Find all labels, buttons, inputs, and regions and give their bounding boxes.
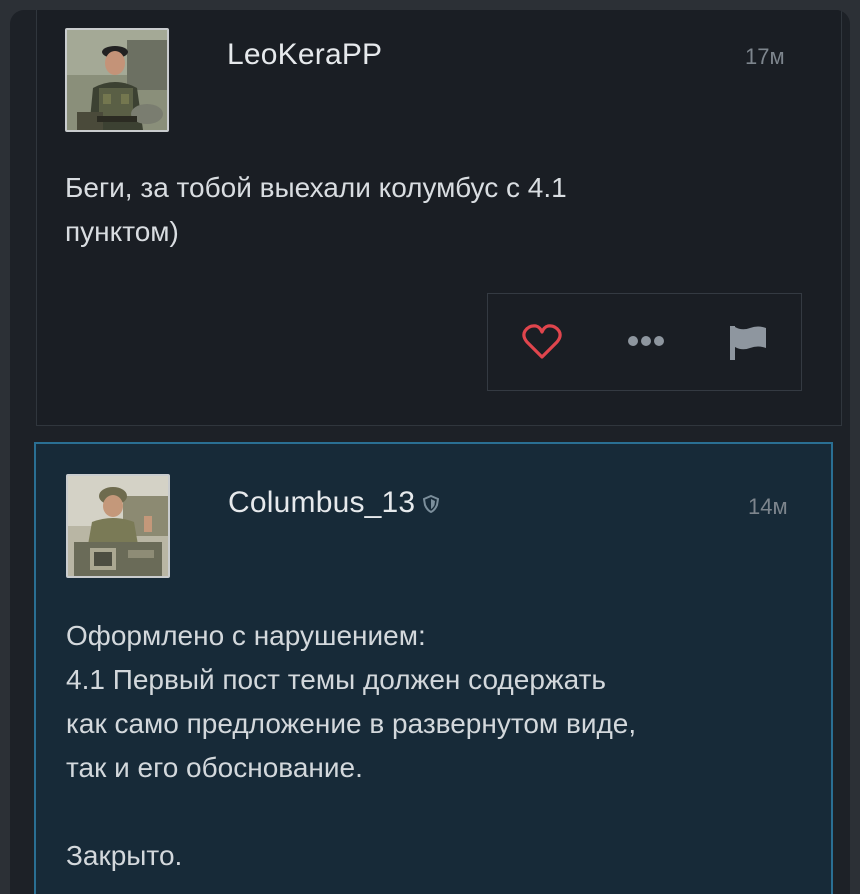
body-line: так и его обоснование. [66,752,363,783]
body-line: Беги, за тобой выехали колумбус с 4.1 [65,172,567,203]
report-button[interactable] [728,324,768,367]
post-actions [487,293,802,391]
body-line: пунктом) [65,216,179,247]
post-columbus13: Columbus_13 14м Оформлено с нарушением: … [34,442,833,894]
like-button[interactable] [522,324,562,365]
heart-icon [522,324,562,359]
shield-icon [423,487,440,521]
post-time: 17м [745,44,785,69]
post-body: Беги, за тобой выехали колумбус с 4.1 пу… [65,166,567,254]
thread-view: LeoKeraPP 17м Беги, за тобой выехали кол… [10,10,850,894]
author-name[interactable]: LeoKeraPP [227,38,382,72]
flag-icon [730,326,766,360]
avatar-image [68,476,168,576]
body-line: 4.1 Первый пост темы должен содержать [66,664,606,695]
body-line: как само предложение в развернутом виде, [66,708,637,739]
avatar-image [67,30,167,130]
author-label: Columbus_13 [228,486,416,519]
post-body: Оформлено с нарушением: 4.1 Первый пост … [66,614,636,878]
more-button[interactable] [626,334,666,353]
author-name[interactable]: Columbus_13 [228,486,440,521]
body-line: Оформлено с нарушением: [66,620,426,651]
avatar[interactable] [66,474,170,578]
body-line: Закрыто. [66,840,183,871]
avatar[interactable] [65,28,169,132]
more-dots-icon [628,336,664,346]
post-time: 14м [748,494,788,519]
post-leokerapp: LeoKeraPP 17м Беги, за тобой выехали кол… [36,10,842,426]
body-line-blank [66,790,636,834]
